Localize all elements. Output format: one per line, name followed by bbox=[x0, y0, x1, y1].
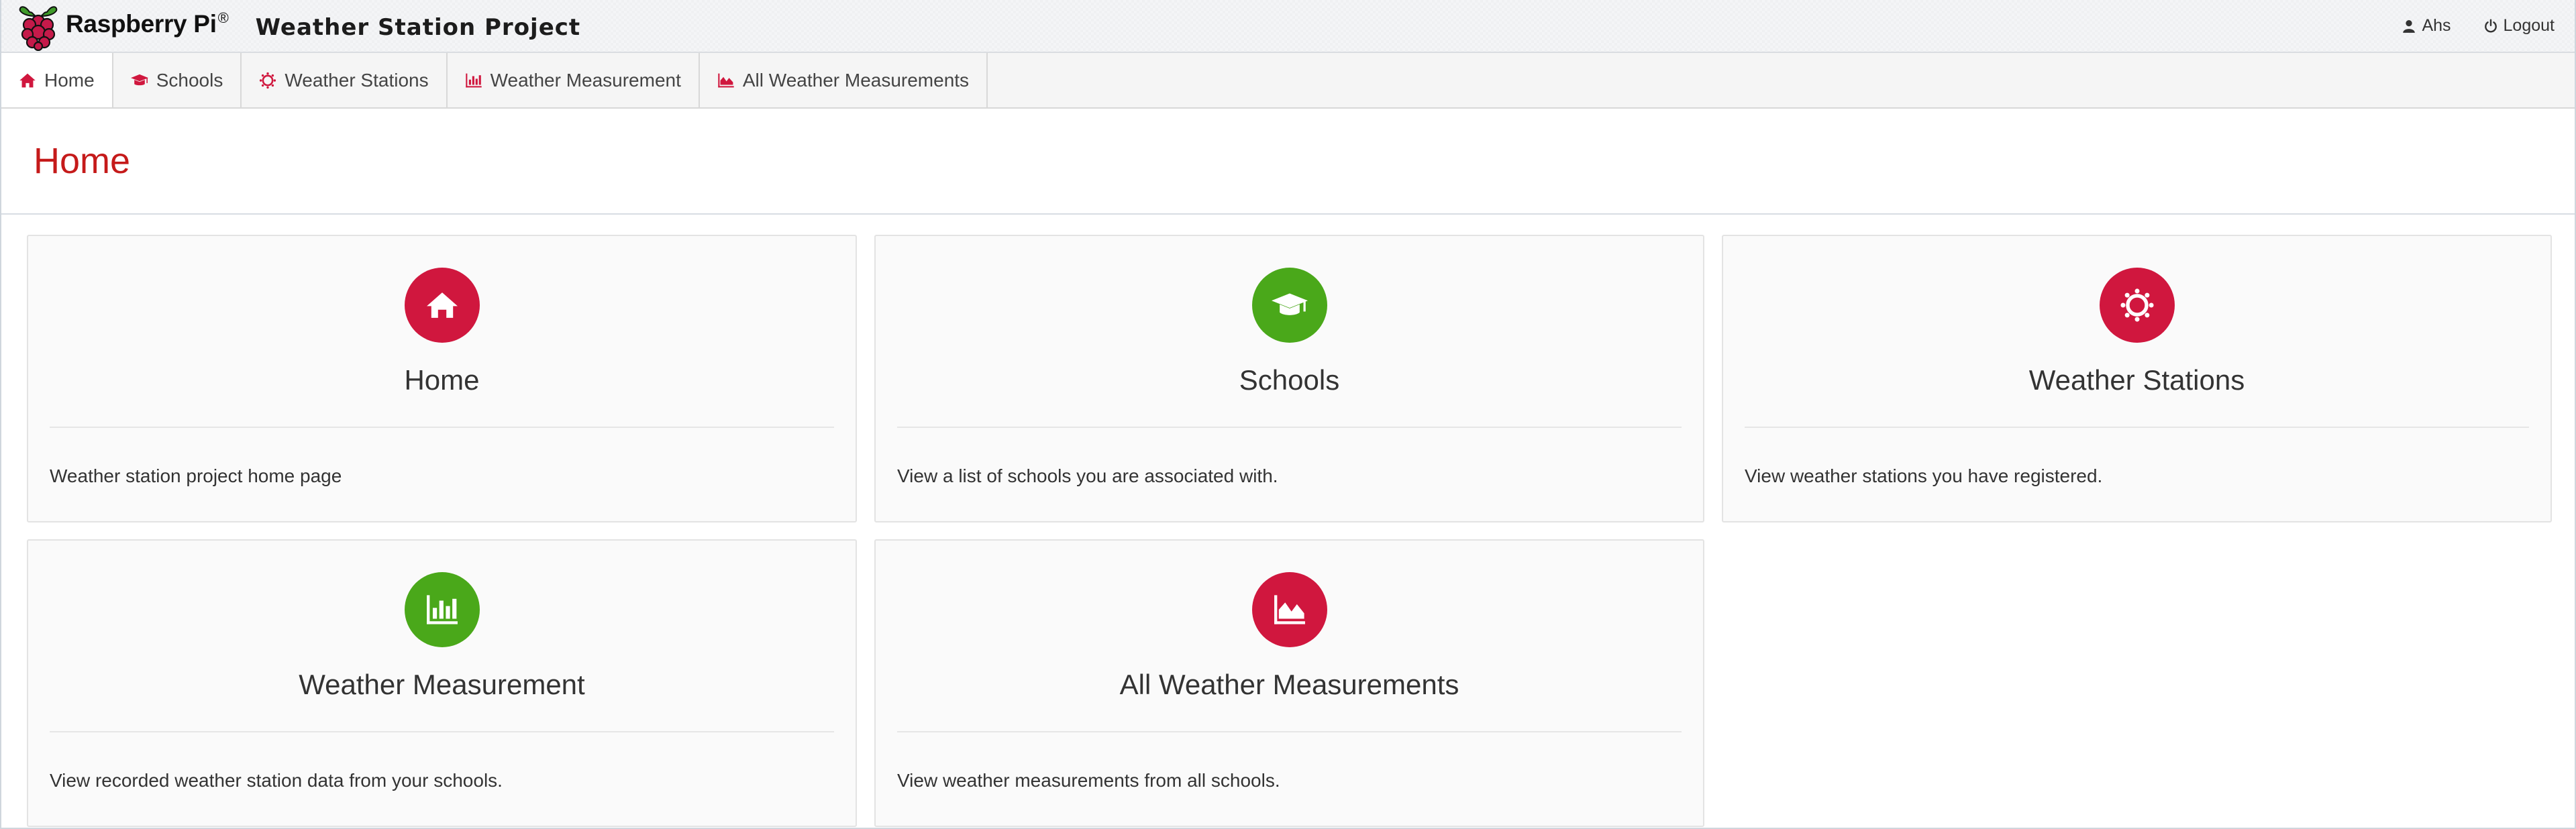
power-icon bbox=[2484, 18, 2497, 32]
logout-link[interactable]: Logout bbox=[2483, 16, 2555, 36]
logout-label: Logout bbox=[2503, 16, 2555, 35]
card-title: Weather Measurement bbox=[299, 669, 585, 700]
site-title: Weather Station Project bbox=[255, 13, 581, 41]
nav-label: Weather Stations bbox=[285, 69, 429, 91]
card-description: View weather measurements from all schoo… bbox=[897, 770, 1280, 791]
brand[interactable]: Raspberry Pi® bbox=[17, 1, 229, 51]
card-all-weather-measurements[interactable]: All Weather Measurements View weather me… bbox=[874, 539, 1704, 827]
nav-item-weather-measurement[interactable]: Weather Measurement bbox=[448, 53, 700, 107]
card-weather-measurement[interactable]: Weather Measurement View recorded weathe… bbox=[27, 539, 857, 827]
area-chart-icon bbox=[1274, 595, 1305, 624]
nav-item-weather-stations[interactable]: Weather Stations bbox=[242, 53, 448, 107]
nav-item-home[interactable]: Home bbox=[1, 53, 113, 107]
user-menu: Ahs Logout bbox=[2402, 16, 2559, 36]
user-name: Ahs bbox=[2422, 16, 2451, 35]
card-weather-stations[interactable]: Weather Stations View weather stations y… bbox=[1722, 235, 2552, 522]
nav-label: Home bbox=[44, 69, 95, 91]
nav-item-schools[interactable]: Schools bbox=[113, 53, 242, 107]
sun-icon bbox=[2120, 288, 2154, 322]
bar-chart-icon bbox=[426, 595, 458, 624]
home-icon bbox=[426, 292, 458, 318]
card-icon-circle bbox=[1251, 268, 1327, 343]
card-grid: Home Weather station project home page S… bbox=[1, 215, 2575, 827]
card-title: Home bbox=[404, 364, 480, 396]
card-divider bbox=[50, 427, 834, 428]
card-description: Weather station project home page bbox=[50, 465, 342, 486]
graduation-cap-icon bbox=[1271, 293, 1308, 315]
card-icon-circle bbox=[2099, 268, 2175, 343]
main-nav: Home Schools Weather Stations Weather Me… bbox=[1, 53, 2575, 109]
raspberry-pi-logo-icon bbox=[19, 5, 58, 51]
top-bar: Raspberry Pi® Weather Station Project Ah… bbox=[1, 0, 2575, 53]
sun-icon bbox=[260, 72, 276, 89]
brand-name: Raspberry Pi® bbox=[66, 9, 229, 38]
card-icon-circle bbox=[404, 572, 480, 647]
nav-label: All Weather Measurements bbox=[742, 69, 970, 91]
bar-chart-icon bbox=[465, 73, 482, 87]
nav-label: Weather Measurement bbox=[490, 69, 681, 91]
card-title: All Weather Measurements bbox=[1119, 669, 1459, 700]
card-title: Schools bbox=[1239, 364, 1340, 396]
card-divider bbox=[897, 731, 1682, 732]
nav-item-all-weather-measurements[interactable]: All Weather Measurements bbox=[700, 53, 988, 107]
user-icon bbox=[2403, 19, 2416, 33]
user-link[interactable]: Ahs bbox=[2402, 16, 2451, 36]
home-icon bbox=[19, 73, 36, 87]
card-icon-circle bbox=[1251, 572, 1327, 647]
card-home[interactable]: Home Weather station project home page bbox=[27, 235, 857, 522]
nav-label: Schools bbox=[156, 69, 223, 91]
card-title: Weather Stations bbox=[2028, 364, 2245, 396]
area-chart-icon bbox=[718, 73, 734, 87]
card-divider bbox=[897, 427, 1682, 428]
card-icon-circle bbox=[404, 268, 480, 343]
card-description: View weather stations you have registere… bbox=[1745, 465, 2103, 486]
card-divider bbox=[1745, 427, 2529, 428]
graduation-cap-icon bbox=[130, 74, 148, 85]
page-title: Home bbox=[34, 141, 131, 181]
card-description: View recorded weather station data from … bbox=[50, 770, 503, 791]
card-description: View a list of schools you are associate… bbox=[897, 465, 1278, 486]
page-header: Home bbox=[1, 109, 2575, 215]
card-schools[interactable]: Schools View a list of schools you are a… bbox=[874, 235, 1704, 522]
card-divider bbox=[50, 731, 834, 732]
